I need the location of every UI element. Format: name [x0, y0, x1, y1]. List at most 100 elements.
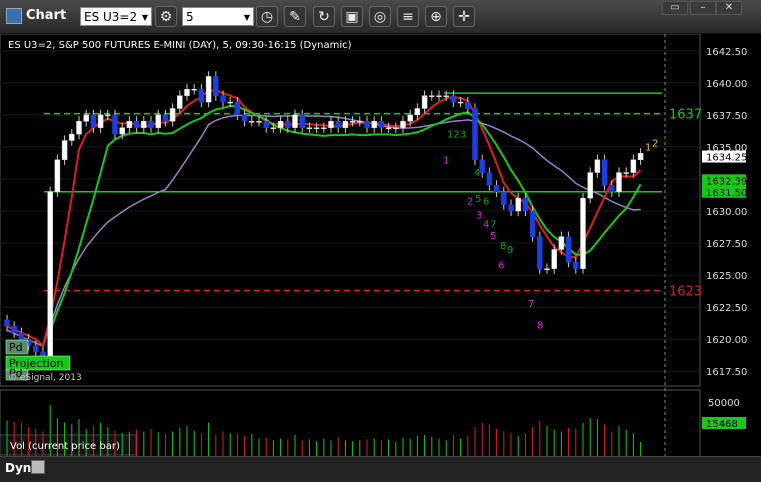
count-annotation: 8	[537, 321, 543, 332]
candle	[558, 236, 565, 250]
interval-input[interactable]: 5 ▼	[182, 7, 254, 26]
count-annotation: 4	[483, 219, 489, 230]
candle	[472, 108, 478, 160]
pencil-icon[interactable]: ✎	[284, 6, 306, 27]
y-tick-label: 1617.50	[706, 367, 747, 378]
candle	[213, 76, 219, 96]
candle	[414, 108, 421, 116]
close-icon[interactable]: ✕	[716, 1, 742, 15]
chevron-down-icon[interactable]: ▼	[244, 8, 250, 27]
count-annotation: 4	[474, 168, 480, 179]
candle	[105, 114, 111, 117]
candle	[241, 114, 248, 122]
count-annotation: 7	[528, 299, 534, 310]
symbol-input[interactable]: ES U3=2 ▼	[80, 7, 152, 26]
lines-icon[interactable]: ≡	[397, 6, 419, 27]
candle	[119, 127, 125, 135]
candle	[364, 121, 370, 128]
count-annotation: 9	[507, 245, 513, 256]
candle	[400, 121, 406, 128]
candle	[18, 332, 25, 340]
count-annotation: 5	[490, 231, 496, 242]
y-tick-label: 1640.00	[706, 79, 747, 90]
window-title: Chart	[26, 8, 67, 23]
pin-icon[interactable]: ▭	[662, 1, 688, 15]
candle	[371, 121, 377, 128]
count-annotation: 1	[443, 155, 449, 166]
esig-icon[interactable]: ▣	[341, 6, 363, 27]
candle	[378, 121, 385, 128]
candle	[630, 159, 637, 173]
price-chart[interactable]: 11232345 67458 96781 2PdProjectionPd 1642.5…	[0, 34, 761, 481]
candle	[184, 89, 190, 96]
candle	[594, 159, 601, 173]
candle	[544, 268, 550, 270]
volume-last-value: 15468	[706, 419, 738, 430]
volume-title: Vol (current price bar)	[10, 441, 120, 452]
candle	[421, 95, 428, 109]
candle	[522, 197, 529, 212]
candle	[342, 121, 349, 128]
lock-icon[interactable]	[31, 460, 45, 474]
count-annotation: 1	[645, 143, 651, 154]
zoom-icon[interactable]: ⊕	[425, 6, 447, 27]
candle	[83, 114, 89, 122]
candle	[155, 114, 161, 128]
price-label-text: 1631.50	[706, 188, 747, 199]
dyn-label[interactable]: Dyn	[5, 461, 31, 475]
chevron-down-icon[interactable]: ▼	[142, 8, 148, 27]
candle	[256, 121, 262, 123]
crosshair-icon[interactable]: ✛	[453, 6, 475, 27]
candle	[335, 121, 341, 128]
study-badge-text: Pd	[9, 341, 23, 354]
candle	[321, 127, 327, 129]
candle	[493, 185, 500, 193]
clock-icon[interactable]: ◷	[256, 6, 278, 27]
count-annotation: 5	[475, 194, 481, 205]
candle	[285, 121, 291, 128]
candle	[479, 159, 485, 173]
candle	[313, 127, 320, 129]
candle	[177, 95, 183, 109]
candle	[515, 197, 521, 212]
interval-value: 5	[186, 10, 194, 24]
candle	[637, 153, 644, 160]
candle	[573, 262, 579, 269]
chart-app-icon	[6, 8, 22, 24]
y-tick-label: 1637.50	[706, 111, 747, 122]
candle	[537, 236, 543, 269]
candle	[565, 236, 572, 263]
candle	[112, 114, 118, 135]
candle	[616, 172, 622, 193]
candle	[443, 95, 449, 97]
candle	[385, 127, 392, 129]
candle	[263, 121, 269, 128]
watermark: © eSignal, 2013	[8, 373, 82, 383]
candle	[465, 101, 471, 109]
refresh-icon[interactable]: ↻	[313, 6, 335, 27]
volume-tick-label: 50000	[708, 398, 740, 409]
candle	[69, 133, 75, 141]
candle	[61, 140, 68, 160]
target-icon[interactable]: ◎	[369, 6, 391, 27]
candle	[234, 101, 241, 116]
level-label: 1623	[669, 284, 702, 299]
candle	[587, 172, 593, 199]
y-tick-label: 1627.50	[706, 239, 747, 250]
candle	[508, 204, 514, 212]
gear-icon[interactable]: ⚙	[155, 6, 177, 27]
count-annotation: 6	[498, 260, 504, 271]
last-price-text: 1634.25	[706, 153, 747, 164]
symbol-value: ES U3=2	[84, 10, 138, 24]
candle	[249, 121, 255, 123]
candle	[198, 89, 205, 103]
minimize-icon[interactable]: –	[690, 1, 716, 15]
title-bar: Chart ES U3=2 ▼ ⚙ 5 ▼ ◷ ✎ ↻ ▣ ◎ ≡ ⊕ ✛ ▭ – …	[0, 0, 761, 34]
candle	[349, 121, 356, 123]
count-annotation: 7	[490, 219, 496, 230]
candle	[609, 185, 615, 193]
candle	[33, 345, 39, 353]
candle	[76, 121, 82, 135]
count-annotation: 6	[483, 196, 489, 207]
candle	[306, 127, 313, 129]
